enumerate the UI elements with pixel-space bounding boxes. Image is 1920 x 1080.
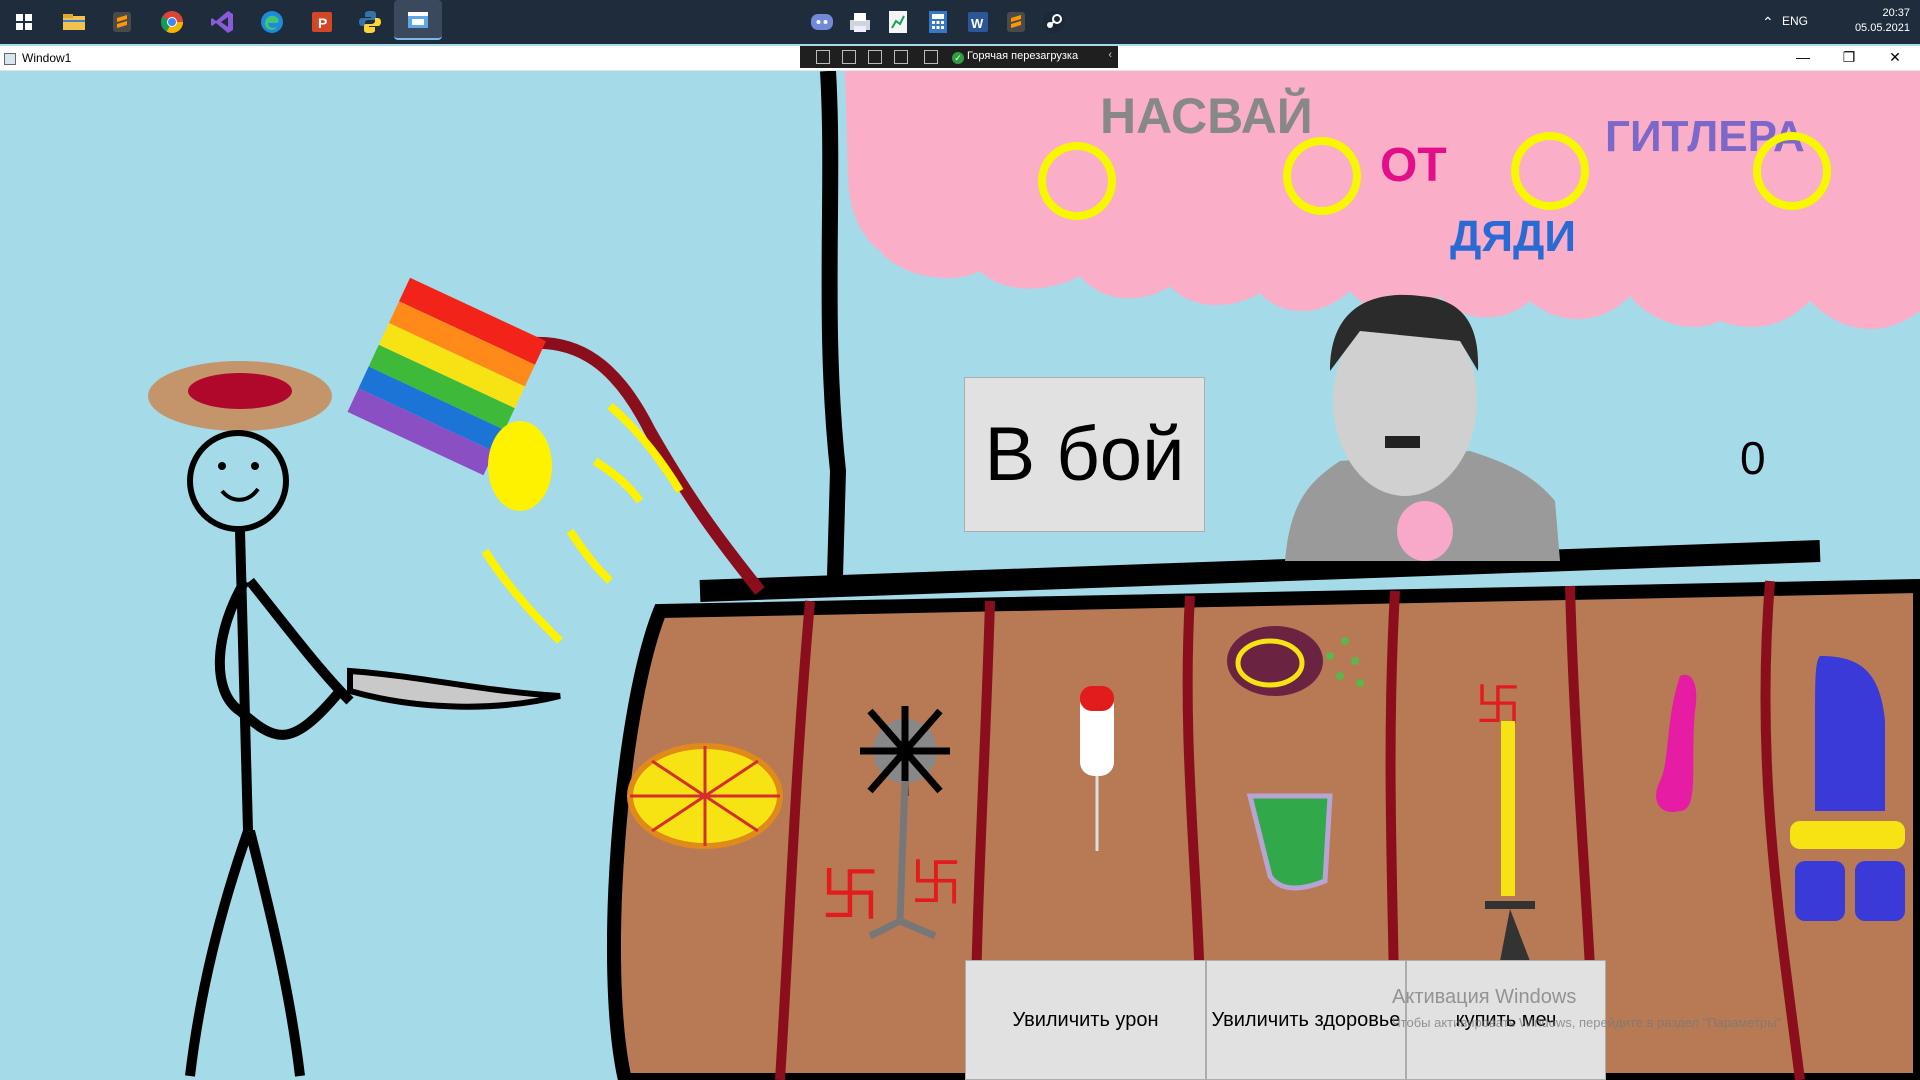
- file-explorer-icon[interactable]: [60, 8, 88, 36]
- window-app-icon: [4, 53, 16, 65]
- activation-text: Чтобы активировать Windows, перейдите в …: [1392, 1015, 1785, 1030]
- banner-text-2: ОТ: [1380, 139, 1447, 192]
- clock[interactable]: 20:37 05.05.2021: [1855, 6, 1910, 36]
- powerpoint-icon[interactable]: P: [308, 8, 336, 36]
- clock-time: 20:37: [1882, 7, 1910, 19]
- display-adorners-icon[interactable]: [868, 50, 882, 64]
- stall-pole: [820, 71, 847, 577]
- kill-counter: 0: [1740, 432, 1766, 484]
- svg-text:W: W: [971, 16, 984, 31]
- project-icon[interactable]: [884, 8, 912, 36]
- svg-text:P: P: [318, 15, 327, 31]
- svg-text:卐: 卐: [820, 861, 880, 931]
- windows-start-icon[interactable]: [10, 8, 38, 36]
- python-icon[interactable]: [356, 8, 384, 36]
- discord-icon[interactable]: [808, 8, 836, 36]
- close-button[interactable]: ✕: [1872, 46, 1918, 70]
- minimize-button[interactable]: —: [1780, 46, 1826, 70]
- window-title: Window1: [22, 51, 72, 65]
- binding-failures-icon[interactable]: [924, 50, 938, 64]
- upgrade-damage-button[interactable]: Увиличить урон: [965, 960, 1206, 1080]
- xaml-debug-toolbar: ✓ Горячая перезагрузка ‹: [800, 46, 1118, 68]
- app-window-icon[interactable]: [394, 0, 442, 40]
- windows-activation-watermark: Активация Windows Чтобы активировать Win…: [1392, 986, 1785, 1030]
- collapse-toolbar-icon[interactable]: ‹: [1108, 49, 1112, 61]
- maximize-button[interactable]: ❐: [1826, 46, 1872, 70]
- background-drawing: НАСВАЙ ОТ ДЯДИ ГИТЛЕРА 卐 卐 卐: [0, 71, 1920, 1080]
- system-tray: ⌃ ENG 20:37 05.05.2021: [1760, 0, 1920, 44]
- language-indicator[interactable]: ENG: [1782, 14, 1808, 28]
- check-icon: ✓: [952, 52, 964, 64]
- pizza-slices: [630, 746, 780, 846]
- banner-text-3: ДЯДИ: [1450, 212, 1576, 261]
- activation-title: Активация Windows: [1392, 986, 1577, 1008]
- steam-icon[interactable]: [1040, 8, 1068, 36]
- upgrade-health-button[interactable]: Увиличить здоровье: [1206, 960, 1406, 1080]
- window-content: НАСВАЙ ОТ ДЯДИ ГИТЛЕРА 卐 卐 卐 В бой 0 Уви…: [0, 71, 1920, 1080]
- yellow-splash: [488, 421, 552, 511]
- banner-text-1: НАСВАЙ: [1100, 87, 1313, 144]
- sublime-text-icon[interactable]: [1002, 8, 1030, 36]
- sublime-text-icon[interactable]: [108, 8, 136, 36]
- hot-reload-status[interactable]: ✓ Горячая перезагрузка: [952, 50, 1078, 64]
- track-focus-icon[interactable]: [894, 50, 908, 64]
- printer-icon[interactable]: [846, 8, 874, 36]
- battle-button[interactable]: В бой: [964, 377, 1205, 532]
- clock-date: 05.05.2021: [1854, 22, 1910, 34]
- visual-studio-icon[interactable]: [208, 8, 236, 36]
- word-icon[interactable]: W: [964, 8, 992, 36]
- calculator-icon[interactable]: [924, 8, 952, 36]
- tray-chevron-icon[interactable]: ⌃: [1762, 14, 1774, 31]
- svg-text:卐: 卐: [910, 854, 962, 914]
- hot-reload-label: Горячая перезагрузка: [967, 50, 1079, 62]
- live-tree-icon[interactable]: [816, 50, 830, 64]
- chrome-icon[interactable]: [158, 8, 186, 36]
- edge-icon[interactable]: [258, 8, 286, 36]
- taskbar: P W ⌃ ENG 20:37 05.05.2021: [0, 0, 1920, 44]
- select-element-icon[interactable]: [842, 50, 856, 64]
